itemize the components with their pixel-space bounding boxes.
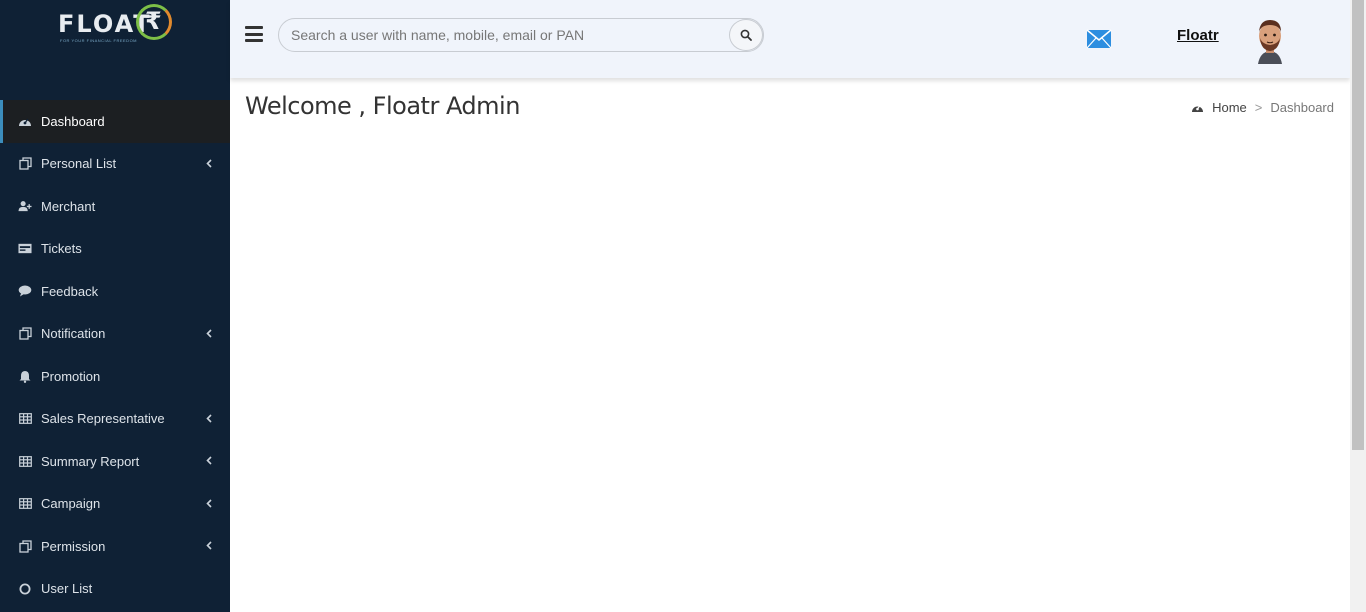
chevron-left-icon [206,497,212,511]
page-title: Welcome , Floatr Admin [245,92,520,120]
chevron-left-icon [206,327,212,341]
search-box [278,18,764,52]
sidebar-item-sales-representative[interactable]: Sales Representative [0,398,230,441]
search-icon [740,29,752,41]
sidebar-nav: Dashboard Personal List Merchant Tickets Fee… [0,100,230,610]
breadcrumb-separator: > [1254,100,1263,115]
sidebar-item-label: Tickets [41,241,82,257]
dashboard-icon [18,114,32,128]
sidebar-item-label: User List [41,581,93,597]
scrollbar-thumb[interactable] [1352,0,1364,450]
sidebar-item-label: Dashboard [41,113,105,129]
sidebar-item-feedback[interactable]: Feedback [0,270,230,313]
sidebar-item-label: Sales Representative [41,411,165,427]
ticket-icon [18,242,32,256]
breadcrumb-home[interactable]: Home [1191,100,1247,115]
sidebar-item-label: Campaign [41,496,101,512]
top-header: Floatr [230,0,1350,78]
sidebar-item-label: Merchant [41,198,96,214]
copy-icon [18,157,32,171]
circle-icon [18,582,32,596]
breadcrumb-home-label: Home [1212,100,1247,115]
copy-icon [18,327,32,341]
menu-toggle-icon[interactable] [245,26,263,42]
sidebar: FLOAT ₹ FOR YOUR FINANCIAL FREEDOM Dashb… [0,0,230,612]
sidebar-item-personal-list[interactable]: Personal List [0,143,230,186]
sidebar-item-label: Notification [41,326,106,342]
user-plus-icon [18,199,32,213]
page-scrollbar[interactable] [1350,0,1366,612]
dashboard-icon [1192,105,1204,112]
floatr-logo[interactable]: FLOAT ₹ FOR YOUR FINANCIAL FREEDOM [58,4,174,48]
breadcrumb: Home > Dashboard [1191,100,1334,115]
chevron-left-icon [206,454,212,468]
sidebar-item-label: Promotion [41,368,101,384]
chevron-left-icon [206,157,212,171]
sidebar-item-summary-report[interactable]: Summary Report [0,440,230,483]
sidebar-item-merchant[interactable]: Merchant [0,185,230,228]
chevron-left-icon [206,412,212,426]
copy-icon [18,539,32,553]
sidebar-item-permission[interactable]: Permission [0,525,230,568]
logo-rupee-mark: ₹ [136,4,172,40]
search-input[interactable] [291,19,721,51]
user-name-link[interactable]: Floatr [1177,27,1219,44]
sidebar-item-label: Permission [41,538,106,554]
sidebar-item-notification[interactable]: Notification [0,313,230,356]
breadcrumb-current: Dashboard [1270,100,1334,115]
sidebar-item-campaign[interactable]: Campaign [0,483,230,526]
search-button[interactable] [729,19,763,51]
table-icon [18,497,32,511]
sidebar-item-label: Summary Report [41,453,140,469]
sidebar-item-label: Personal List [41,156,117,172]
sidebar-item-promotion[interactable]: Promotion [0,355,230,398]
logo-tagline: FOR YOUR FINANCIAL FREEDOM [60,38,138,43]
chevron-left-icon [206,539,212,553]
sidebar-item-label: Feedback [41,283,99,299]
sidebar-item-user-list[interactable]: User List [0,568,230,611]
comment-icon [18,284,32,298]
sidebar-item-tickets[interactable]: Tickets [0,228,230,271]
bell-icon [18,369,32,383]
table-icon [18,412,32,426]
mail-icon[interactable] [1086,29,1112,49]
sidebar-item-dashboard[interactable]: Dashboard [0,100,230,143]
user-avatar[interactable] [1252,18,1288,64]
table-icon [18,454,32,468]
